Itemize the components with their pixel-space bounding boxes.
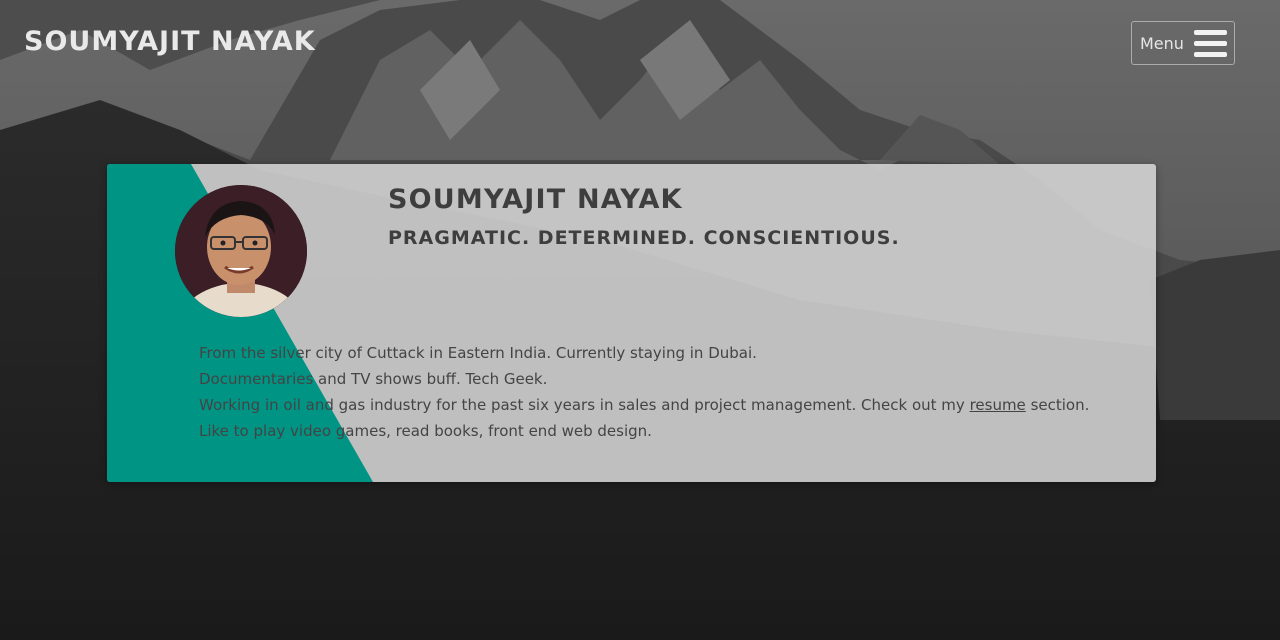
bio-line: Working in oil and gas industry for the …: [199, 392, 1089, 418]
bio-line: Documentaries and TV shows buff. Tech Ge…: [199, 370, 548, 388]
profile-bio: From the silver city of Cuttack in Easte…: [199, 340, 1089, 444]
bio-text: section.: [1025, 396, 1090, 414]
bio-text: Working in oil and gas industry for the …: [199, 396, 970, 414]
hamburger-icon: [1193, 29, 1227, 57]
profile-name: SOUMYAJIT NAYAK: [388, 184, 683, 215]
bio-line: Like to play video games, read books, fr…: [199, 422, 652, 440]
site-brand[interactable]: SOUMYAJIT NAYAK: [24, 26, 316, 57]
avatar: [175, 185, 307, 317]
profile-card: SOUMYAJIT NAYAK PRAGMATIC. DETERMINED. C…: [107, 164, 1156, 482]
bio-line: From the silver city of Cuttack in Easte…: [199, 344, 757, 362]
profile-tagline: PRAGMATIC. DETERMINED. CONSCIENTIOUS.: [388, 227, 900, 249]
menu-label: Menu: [1140, 33, 1184, 53]
resume-link[interactable]: resume: [970, 396, 1026, 414]
menu-button[interactable]: Menu: [1131, 21, 1235, 65]
